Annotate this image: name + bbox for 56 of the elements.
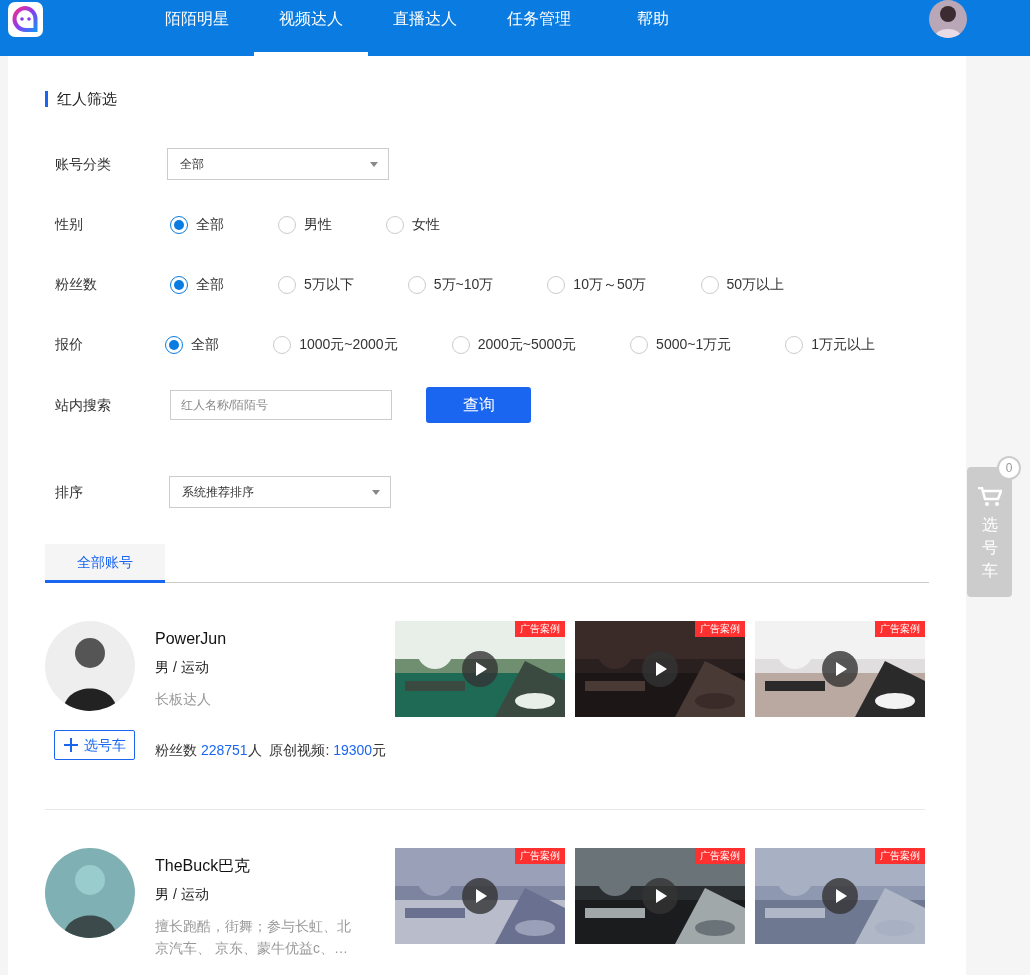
play-icon[interactable] (642, 651, 678, 687)
nav-tab[interactable]: 任务管理 (482, 0, 596, 56)
ad-badge: 广告案例 (515, 848, 565, 864)
play-icon[interactable] (462, 878, 498, 914)
radio-option[interactable]: 全部 (170, 274, 224, 295)
sort-select[interactable]: 系统推荐排序 (169, 476, 391, 508)
nav-tab[interactable]: 陌陌明星 (140, 0, 254, 56)
play-icon[interactable] (822, 651, 858, 687)
ad-badge: 广告案例 (695, 848, 745, 864)
radio-option[interactable]: 女性 (386, 214, 440, 235)
caret-icon (370, 161, 378, 167)
play-icon[interactable] (642, 878, 678, 914)
influencer-tags: 男 / 运动 (155, 657, 395, 678)
tab[interactable]: 全部账号 (45, 544, 165, 583)
field-label: 排序 (55, 482, 84, 502)
influencer-tags: 男 / 运动 (155, 884, 395, 905)
field-label: 账号分类 (55, 154, 112, 174)
influencer-description: 擅长跑酷，街舞；参与长虹、北京汽车、 京东、蒙牛优益c、… (155, 917, 352, 958)
user-avatar[interactable] (929, 0, 967, 38)
influencer-name: PowerJun (155, 629, 228, 649)
category-select[interactable]: 全部 (167, 148, 389, 180)
search-field[interactable]: 红人名称/陌陌号 (170, 390, 392, 420)
play-icon[interactable] (462, 651, 498, 687)
radio-option[interactable]: 5万~10万 (407, 274, 494, 295)
radio-option[interactable]: 1万元以上 (785, 334, 875, 355)
radio-option[interactable]: 10万～50万 (547, 274, 647, 295)
influencer-description: 长板达人 (155, 690, 212, 709)
ad-badge: 广告案例 (875, 848, 925, 864)
influencer-stats: 粉丝数 228751人 原创视频: 19300元 (155, 741, 388, 760)
radio-option[interactable]: 50万以上 (700, 274, 785, 295)
plus-icon (63, 738, 78, 752)
influencer-name: TheBuck巴克 (155, 856, 252, 876)
add-to-cart-button[interactable]: 选号车 (54, 730, 135, 760)
field-label: 站内搜索 (55, 395, 112, 415)
count-badge: 0 (997, 456, 1021, 480)
search-button[interactable]: 查询 (426, 387, 531, 423)
radio-option[interactable]: 5000~1万元 (630, 334, 732, 355)
ad-badge: 广告案例 (875, 621, 925, 637)
radio-option[interactable]: 2000元~5000元 (451, 334, 577, 355)
section-title: 红人筛选 (45, 91, 929, 107)
field-label: 粉丝数 (55, 275, 98, 294)
nav-tab[interactable]: 帮助 (596, 0, 710, 56)
radio-option[interactable]: 男性 (278, 214, 332, 235)
field-label: 性别 (55, 215, 84, 234)
play-icon[interactable] (822, 878, 858, 914)
radio-option[interactable]: 全部 (165, 334, 220, 355)
field-label: 报价 (55, 335, 84, 354)
caret-icon (372, 489, 380, 495)
radio-option[interactable]: 1000元~2000元 (273, 334, 398, 355)
nav-tab[interactable]: 直播达人 (368, 0, 482, 56)
radio-option[interactable]: 全部 (170, 214, 224, 235)
ad-badge: 广告案例 (695, 621, 745, 637)
app-logo[interactable] (8, 2, 43, 37)
cart-icon (977, 487, 1002, 507)
ad-badge: 广告案例 (515, 621, 565, 637)
radio-option[interactable]: 5万以下 (278, 274, 354, 295)
